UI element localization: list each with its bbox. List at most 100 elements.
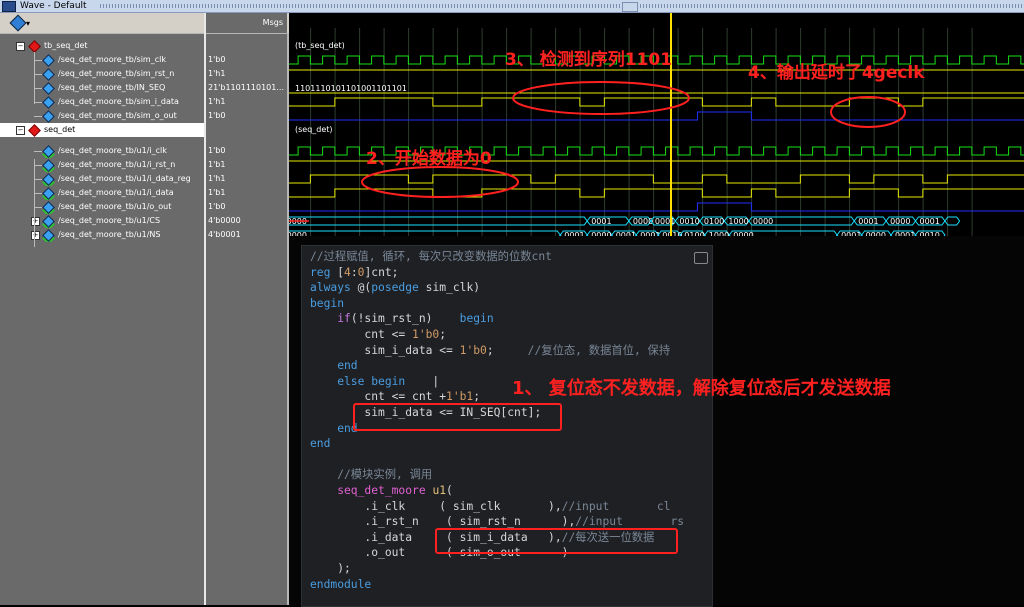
msgs-column-header[interactable]: Msgs bbox=[206, 13, 287, 33]
code-token: cnt <= cnt + bbox=[310, 390, 447, 404]
code-token: end bbox=[310, 359, 358, 373]
code-token: //input rs bbox=[575, 515, 685, 529]
o-out-wave bbox=[289, 202, 1024, 212]
panel-menu-icon[interactable] bbox=[694, 252, 708, 264]
code-line: .i_clk ( sim_clk ),//input cl bbox=[310, 499, 670, 515]
signal-icon bbox=[42, 68, 55, 81]
group-label: seq_det bbox=[44, 125, 76, 134]
i-data-wave bbox=[289, 188, 1024, 198]
cs-bus-label: 0010 bbox=[679, 217, 699, 226]
signal-name: /seq_det_moore_tb/u1/i_data_reg bbox=[58, 174, 191, 183]
code-token: //复位态, 数据首位, 保持 bbox=[527, 343, 671, 357]
code-token: .i_clk ( sim_clk ), bbox=[310, 499, 562, 513]
signal-name: /seq_det_moore_tb/sim_clk bbox=[58, 55, 166, 64]
code-token: end bbox=[310, 437, 331, 451]
code-token: seq_det_moore bbox=[310, 484, 433, 497]
signal-name: /seq_det_moore_tb/sim_i_data bbox=[58, 97, 179, 106]
sim-o-out-wave bbox=[289, 111, 1024, 121]
cs-bus-label: 0001 bbox=[591, 217, 611, 226]
wave-group-label: (tb_seq_det) bbox=[295, 41, 345, 50]
signal-value: 1'b1 bbox=[208, 160, 226, 169]
signal-value: 1'b0 bbox=[208, 146, 226, 155]
code-line: end bbox=[310, 436, 330, 452]
signal-value: 1'h1 bbox=[208, 97, 226, 106]
titlebar-grip-handle[interactable] bbox=[622, 2, 638, 12]
collapse-toggle-icon[interactable]: − bbox=[16, 126, 25, 135]
code-token: //每次送一位数据 bbox=[561, 530, 655, 544]
signal-value bbox=[206, 39, 287, 53]
signal-row-12[interactable]: + /seq_det_moore_tb/u1/CS bbox=[0, 214, 204, 228]
cs-bus-label: 0001 bbox=[655, 217, 675, 226]
signal-row-3[interactable]: /seq_det_moore_tb/IN_SEQ bbox=[0, 81, 204, 95]
signal-row-5[interactable]: /seq_det_moore_tb/sim_o_out bbox=[0, 109, 204, 123]
signal-row-11[interactable]: /seq_det_moore_tb/u1/o_out bbox=[0, 200, 204, 214]
wave-diamond-icon[interactable] bbox=[9, 14, 27, 32]
sim-i-data-wave bbox=[289, 97, 1024, 107]
group-icon bbox=[28, 124, 41, 137]
signal-row-4[interactable]: /seq_det_moore_tb/sim_i_data bbox=[0, 95, 204, 109]
code-line: else begin | bbox=[310, 374, 439, 390]
signal-list-pane: ▾ Msgs − tb_seq_det/seq_det_moore_tb/sim_… bbox=[0, 13, 289, 605]
signal-value bbox=[206, 123, 287, 137]
chevron-down-icon[interactable]: ▾ bbox=[26, 19, 30, 28]
code-token: : bbox=[350, 265, 358, 279]
signal-value: 4'b0000 bbox=[208, 216, 241, 225]
code-token: (!sim_rst_n) bbox=[350, 312, 460, 326]
window-titlebar[interactable]: Wave - Default bbox=[0, 0, 1024, 13]
signal-name: /seq_det_moore_tb/sim_rst_n bbox=[58, 69, 175, 78]
signal-row-13[interactable]: + /seq_det_moore_tb/u1/NS bbox=[0, 228, 204, 242]
code-token: always bbox=[310, 281, 358, 295]
code-token: ; bbox=[439, 328, 447, 341]
cs-bus-label: 0000 bbox=[753, 217, 773, 226]
signal-icon bbox=[42, 110, 55, 123]
group-row-6[interactable]: − seq_det bbox=[0, 123, 204, 137]
signal-row-2[interactable]: /seq_det_moore_tb/sim_rst_n bbox=[0, 67, 204, 81]
signal-icon bbox=[42, 96, 55, 109]
expand-toggle-icon[interactable]: + bbox=[31, 217, 40, 226]
signal-row-1[interactable]: /seq_det_moore_tb/sim_clk bbox=[0, 53, 204, 67]
code-token: .i_rst_n ( sim_rst_n ), bbox=[310, 515, 576, 529]
code-overlay-panel: //过程赋值, 循环, 每次只改变数据的位数cnt reg [4:0]cnt; al… bbox=[301, 245, 713, 607]
code-token: sim_clk) bbox=[425, 281, 481, 295]
code-line: .o_out ( sim_o_out ) bbox=[310, 545, 568, 561]
signal-name: /seq_det_moore_tb/u1/i_data bbox=[58, 188, 174, 197]
signal-value: 21'b1101110101... bbox=[208, 83, 284, 92]
code-token: endmodule bbox=[310, 577, 372, 591]
in-seq-value: 1101110101101001101101 bbox=[295, 84, 407, 93]
signal-value: 4'b0001 bbox=[208, 230, 241, 239]
group-row-0[interactable]: − tb_seq_det bbox=[0, 39, 204, 53]
signal-name: /seq_det_moore_tb/IN_SEQ bbox=[58, 83, 166, 92]
code-token: sim_i_data <= bbox=[310, 343, 460, 357]
code-line: //模块实例, 调用 bbox=[310, 467, 432, 483]
code-line: .i_data ( sim_i_data ),//每次送一位数据 bbox=[310, 530, 654, 546]
annotation-4: 4、输出延时了4geclk bbox=[748, 63, 925, 83]
code-line: cnt <= cnt +1'b1; bbox=[310, 389, 480, 405]
signal-value: 1'b0 bbox=[208, 111, 226, 120]
cs-bus-segment bbox=[289, 216, 588, 226]
i-data-reg-wave bbox=[289, 174, 1024, 184]
expand-toggle-icon[interactable]: + bbox=[31, 231, 40, 240]
signal-names-column: − tb_seq_det/seq_det_moore_tb/sim_clk/seq… bbox=[0, 34, 204, 605]
signal-icon bbox=[42, 54, 55, 67]
cs-bus-label: 0000 bbox=[633, 217, 653, 226]
code-token: 1'b0 bbox=[412, 328, 440, 341]
signal-row-10[interactable]: /seq_det_moore_tb/u1/i_data bbox=[0, 186, 204, 200]
code-token: //过程赋值, 循环, 每次只改变数据的位数cnt bbox=[310, 250, 552, 263]
code-token: 4 bbox=[344, 265, 351, 279]
signal-icon bbox=[42, 82, 55, 95]
wave-group-label: (seq_det) bbox=[295, 125, 333, 134]
code-line: cnt <= 1'b0; bbox=[310, 327, 446, 343]
code-token: @( bbox=[357, 281, 372, 295]
signal-row-9[interactable]: /seq_det_moore_tb/u1/i_data_reg bbox=[0, 172, 204, 186]
code-line: endmodule bbox=[310, 577, 371, 593]
signal-name: /seq_det_moore_tb/u1/o_out bbox=[58, 202, 172, 211]
collapse-toggle-icon[interactable]: − bbox=[16, 42, 25, 51]
signal-value: 1'b0 bbox=[208, 202, 226, 211]
cs-bus-label: 0001 bbox=[920, 217, 940, 226]
signal-row-8[interactable]: /seq_det_moore_tb/u1/i_rst_n bbox=[0, 158, 204, 172]
tree-line bbox=[34, 52, 35, 104]
signal-icon bbox=[42, 173, 55, 186]
cs-bus-label: 0000 bbox=[890, 217, 910, 226]
signal-row-7[interactable]: /seq_det_moore_tb/u1/i_clk bbox=[0, 144, 204, 158]
signal-values-column: 1'b0 1'h1 21'b1101110101... 1'h1 1'b0 1'b0 1'b… bbox=[206, 34, 287, 605]
